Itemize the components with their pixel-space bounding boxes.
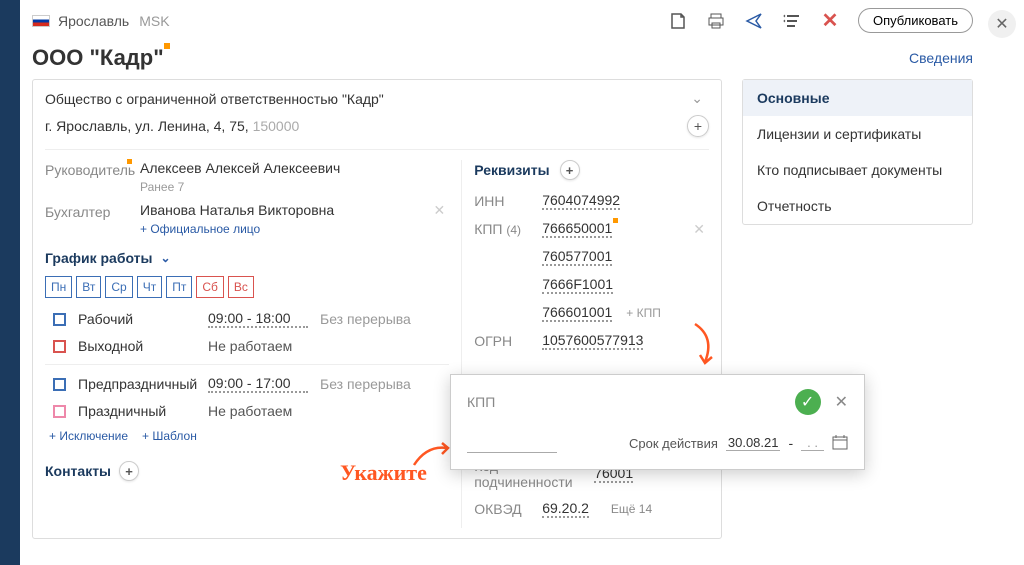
nav-reports[interactable]: Отчетность <box>743 188 972 224</box>
add-requisite-button[interactable]: + <box>560 160 580 180</box>
okved-label: ОКВЭД <box>474 501 542 517</box>
day-thu[interactable]: Чт <box>137 276 163 298</box>
note-icon[interactable] <box>668 11 688 31</box>
day-sun[interactable]: Вс <box>228 276 254 298</box>
publish-button[interactable]: Опубликовать <box>858 8 973 33</box>
company-full-name[interactable]: Общество с ограниченной ответственностью… <box>45 91 685 107</box>
okved-more-link[interactable]: Ещё 14 <box>611 502 652 516</box>
kpp-value-1[interactable]: 760577001 <box>542 248 612 266</box>
kpp-input[interactable] <box>467 433 557 453</box>
accountant-field[interactable]: Иванова Наталья Викторовна + Официальное… <box>140 202 429 236</box>
nav-main[interactable]: Основные <box>743 80 972 116</box>
kpp-popup: КПП ✓ ✕ Срок действия 30.08.21 - . . <box>450 374 865 470</box>
add-template-link[interactable]: + Шаблон <box>142 429 197 443</box>
add-contact-button[interactable]: + <box>119 461 139 481</box>
schedule-row-work: Рабочий 09:00 - 18:00 Без перерыва <box>45 310 449 328</box>
kpp-value-0[interactable]: 766650001 <box>542 220 612 238</box>
schedule-heading[interactable]: График работы ⌄ <box>45 250 449 266</box>
date-from[interactable]: 30.08.21 <box>726 435 781 451</box>
schedule-row-dayoff: Выходной Не работаем <box>45 338 449 354</box>
info-link[interactable]: Сведения <box>909 50 973 66</box>
page-title: ООО "Кадр" <box>32 45 164 71</box>
remove-accountant-button[interactable]: ✕ <box>429 202 449 219</box>
kpp-label: КПП (4) <box>474 221 542 237</box>
accountant-label: Бухгалтер <box>45 202 140 220</box>
add-official-link[interactable]: + Официальное лицо <box>140 222 429 236</box>
director-label: Руководитель <box>45 160 140 178</box>
inn-value[interactable]: 7604074992 <box>542 192 620 210</box>
topbar: Ярославль MSK ✕ Опубликовать <box>20 0 985 41</box>
side-nav: Основные Лицензии и сертификаты Кто подп… <box>742 79 973 225</box>
inn-label: ИНН <box>474 193 542 209</box>
day-tue[interactable]: Вт <box>76 276 101 298</box>
annotation-arrow-icon <box>412 440 452 470</box>
checkbox[interactable] <box>53 313 66 326</box>
add-address-button[interactable]: + <box>687 115 709 137</box>
period-label: Срок действия <box>629 436 718 451</box>
timezone-label: MSK <box>139 13 169 29</box>
day-wed[interactable]: Ср <box>105 276 132 298</box>
okved-value[interactable]: 69.20.2 <box>542 500 589 518</box>
ogrn-label: ОГРН <box>474 333 542 349</box>
date-to[interactable]: . . <box>801 435 824 451</box>
calendar-icon[interactable] <box>832 434 848 453</box>
requisites-heading: Реквизиты + <box>474 160 709 180</box>
checkbox[interactable] <box>53 340 66 353</box>
popup-title: КПП <box>467 394 795 410</box>
flag-icon <box>32 15 50 27</box>
kpp-value-3[interactable]: 766601001 <box>542 304 612 322</box>
days-selector: Пн Вт Ср Чт Пт Сб Вс <box>45 276 449 298</box>
day-fri[interactable]: Пт <box>166 276 192 298</box>
delete-icon[interactable]: ✕ <box>820 11 840 31</box>
schedule-row-holiday: Праздничный Не работаем <box>45 403 449 419</box>
chevron-down-icon[interactable]: ⌄ <box>161 251 171 265</box>
close-page-button[interactable]: ✕ <box>988 10 1016 38</box>
add-exception-link[interactable]: + Исключение <box>49 429 128 443</box>
director-history[interactable]: Ранее 7 <box>140 180 449 194</box>
director-field[interactable]: Алексеев Алексей Алексеевич Ранее 7 <box>140 160 449 194</box>
list-icon[interactable] <box>782 11 802 31</box>
nav-licenses[interactable]: Лицензии и сертификаты <box>743 116 972 152</box>
left-nav-rail <box>0 0 20 565</box>
schedule-row-preholiday: Предпраздничный 09:00 - 17:00 Без переры… <box>45 375 449 393</box>
chevron-down-icon[interactable]: ⌄ <box>685 90 709 107</box>
print-icon[interactable] <box>706 11 726 31</box>
close-popup-button[interactable]: ✕ <box>835 392 848 412</box>
ogrn-value[interactable]: 1057600577913 <box>542 332 643 350</box>
city-label[interactable]: Ярославль <box>58 13 129 29</box>
send-icon[interactable] <box>744 11 764 31</box>
remove-kpp-button[interactable]: ✕ <box>689 221 709 238</box>
address-field[interactable]: г. Ярославль, ул. Ленина, 4, 75, 150000 <box>45 118 687 134</box>
checkbox[interactable] <box>53 405 66 418</box>
day-mon[interactable]: Пн <box>45 276 72 298</box>
kpp-value-2[interactable]: 7666F1001 <box>542 276 613 294</box>
confirm-button[interactable]: ✓ <box>795 389 821 415</box>
add-kpp-link[interactable]: + КПП <box>626 306 661 320</box>
nav-signers[interactable]: Кто подписывает документы <box>743 152 972 188</box>
day-sat[interactable]: Сб <box>196 276 224 298</box>
checkbox[interactable] <box>53 378 66 391</box>
annotation-arrow-icon <box>690 322 720 367</box>
